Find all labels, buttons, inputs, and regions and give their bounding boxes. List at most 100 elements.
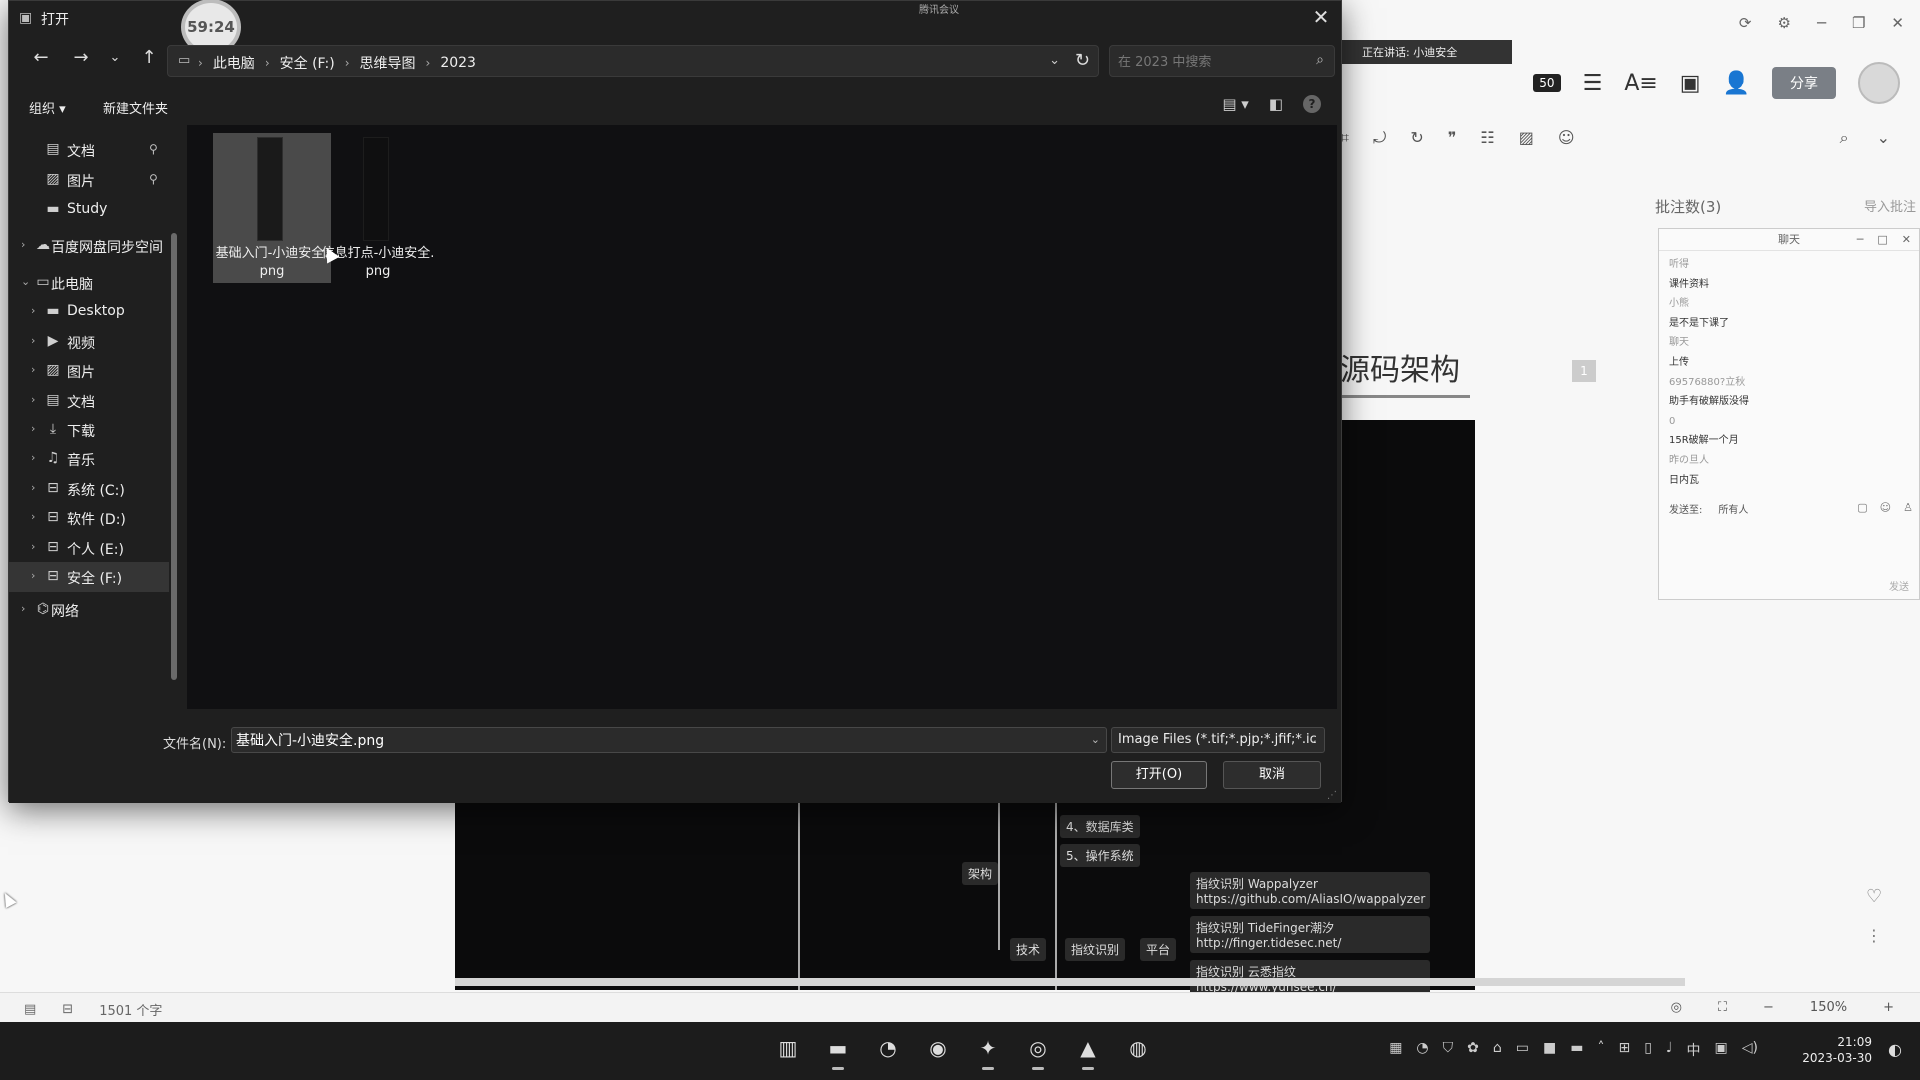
file-icon[interactable]: ▢ (1857, 501, 1867, 514)
breadcrumb-item[interactable]: 2023 (440, 55, 476, 71)
chevron-right-icon[interactable]: › (31, 363, 35, 376)
nav-item[interactable]: › ▨ 图片 (9, 356, 169, 386)
minimize-icon[interactable]: ─ (1817, 14, 1826, 32)
nav-item[interactable]: › ⊟ 系统 (C:) (9, 474, 169, 504)
chevron-right-icon[interactable]: › (31, 422, 35, 435)
tray-app-icon[interactable]: ▦ (1389, 1040, 1402, 1060)
chevron-right-icon[interactable]: › (21, 602, 25, 615)
navpane-scrollbar[interactable] (171, 233, 177, 680)
chevron-right-icon[interactable]: › (426, 56, 431, 70)
zoom-out-icon[interactable]: − (1763, 1000, 1774, 1015)
photos-icon[interactable]: ▲ (1072, 1032, 1104, 1070)
collaborate-icon[interactable]: 👤 (1723, 71, 1750, 96)
chevron-right-icon[interactable]: › (21, 238, 25, 251)
quote-icon[interactable]: ❞ (1448, 128, 1457, 148)
new-folder-button[interactable]: 新建文件夹 (103, 98, 168, 117)
file-item[interactable]: 信息打点-小迪安全.png (319, 133, 437, 283)
chevron-down-icon[interactable]: ⌄ (21, 275, 30, 288)
battery-icon[interactable]: ▯ (1644, 1040, 1652, 1060)
back-arrow-icon[interactable]: ← (27, 47, 55, 68)
filename-input[interactable] (236, 731, 1076, 749)
share-button[interactable]: 分享 (1772, 67, 1836, 99)
tray-app-icon[interactable]: ✿ (1467, 1040, 1479, 1060)
forward-arrow-icon[interactable]: → (67, 47, 95, 68)
network-icon[interactable]: ▣ (1715, 1040, 1728, 1060)
clock[interactable]: 21:09 2023-03-30 (1802, 1034, 1872, 1066)
comment-badge[interactable]: 1 (1572, 360, 1596, 382)
locate-icon[interactable]: ◎ (1671, 1000, 1682, 1015)
search-box[interactable]: ⌕ (1109, 45, 1335, 77)
chevron-right-icon[interactable]: › (31, 451, 35, 464)
mindmap-node[interactable]: 平台 (1140, 938, 1177, 961)
recent-chevron-icon[interactable]: ⌄ (101, 50, 129, 65)
ime-indicator[interactable]: 中 (1687, 1040, 1701, 1060)
tray-app-icon[interactable]: ▭ (1516, 1040, 1529, 1060)
zoom-level[interactable]: 150% (1810, 1000, 1847, 1015)
preview-pane-icon[interactable]: ◧ (1269, 95, 1283, 113)
person-icon[interactable]: ♙ (1903, 501, 1913, 514)
close-icon[interactable]: ✕ (1902, 229, 1911, 251)
presentation-icon[interactable]: ▣ (1680, 71, 1701, 96)
emoji-icon[interactable]: ☺ (1880, 501, 1891, 514)
breadcrumb-item[interactable]: 安全 (F:) (280, 53, 335, 73)
folder-icon[interactable]: ▬ (822, 1032, 854, 1070)
chevron-right-icon[interactable]: › (31, 569, 35, 582)
avatar[interactable] (1858, 62, 1900, 104)
nav-item[interactable]: › ⊟ 安全 (F:) (9, 562, 169, 592)
notification-icon[interactable]: ◐ (1888, 1040, 1902, 1059)
search-icon[interactable]: ⌕ (1316, 52, 1324, 68)
chrome-icon[interactable]: ◉ (922, 1032, 954, 1066)
search-input[interactable] (1118, 52, 1298, 72)
participant-counter[interactable]: 50 (1533, 74, 1561, 92)
nav-item[interactable]: › ▤ 文档 (9, 386, 169, 416)
chevron-right-icon[interactable]: › (31, 334, 35, 347)
nav-item[interactable]: › ⤓ 下载 (9, 415, 169, 445)
close-icon[interactable]: ✕ (1309, 5, 1333, 29)
organize-menu[interactable]: 组织 ▾ (29, 98, 66, 117)
file-item[interactable]: 基础入门-小迪安全.png (213, 133, 331, 283)
chevron-down-icon[interactable]: ⌄ (1049, 53, 1060, 68)
tray-app-icon[interactable]: ◔ (1416, 1040, 1428, 1060)
restore-icon[interactable]: ❐ (1852, 14, 1865, 32)
settings-icon[interactable]: ⚙ (1777, 14, 1790, 32)
nav-item[interactable]: › ▬ Desktop (9, 297, 169, 327)
chevron-right-icon[interactable]: › (31, 510, 35, 523)
minimize-icon[interactable]: ─ (1857, 229, 1864, 251)
mindmap-node[interactable]: 指纹识别 TideFinger潮汐 http://finger.tidesec.… (1190, 916, 1430, 953)
resize-grip-icon[interactable]: ⋰ (1327, 790, 1337, 801)
mindmap-node[interactable]: 5、操作系统 (1060, 844, 1140, 867)
layout-icon[interactable]: ☷ (1480, 128, 1494, 148)
close-icon[interactable]: ✕ (1891, 14, 1904, 32)
chevron-right-icon[interactable]: › (31, 540, 35, 553)
shield-icon[interactable]: ⛉ (1443, 1040, 1454, 1060)
nav-item[interactable]: › ⊟ 个人 (E:) (9, 533, 169, 563)
fullscreen-icon[interactable]: ⛶ (1718, 1000, 1727, 1015)
volume-icon[interactable]: ◁) (1742, 1040, 1758, 1060)
chevron-right-icon[interactable]: › (198, 56, 203, 70)
chevron-down-icon[interactable]: ⌄ (1877, 128, 1890, 148)
sync-icon[interactable]: ⟳ (1739, 14, 1752, 32)
mindmap-node[interactable]: 指纹识别 (1065, 938, 1126, 961)
more-icon[interactable]: ⋮ (1866, 926, 1882, 945)
nav-item[interactable]: › ▶ 视频 (9, 327, 169, 357)
up-arrow-icon[interactable]: ↑ (135, 47, 163, 68)
chevron-right-icon[interactable]: › (31, 304, 35, 317)
mindmap-node[interactable]: 4、数据库类 (1060, 815, 1140, 838)
windows-icon[interactable]: ⊞ (1618, 1040, 1630, 1060)
word-count[interactable]: 1501 个字 (99, 1000, 162, 1019)
mindmap-node[interactable]: 指纹识别 Wappalyzer https://github.com/Alias… (1190, 872, 1430, 909)
import-comments-link[interactable]: 导入批注 (1864, 196, 1916, 215)
search-icon[interactable]: ⌕ (1840, 128, 1849, 148)
text-style-icon[interactable]: A≡ (1624, 71, 1657, 96)
page-icon[interactable]: ⊟ (62, 1002, 73, 1017)
chevron-down-icon[interactable]: ⌄ (1091, 733, 1100, 746)
chevron-right-icon[interactable]: › (265, 56, 270, 70)
send-button[interactable]: 发送 (1889, 578, 1909, 593)
breadcrumb-item[interactable]: 思维导图 (360, 53, 416, 73)
chevron-right-icon[interactable]: › (31, 481, 35, 494)
nav-item[interactable]: › ☁ 百度网盘同步空间 (9, 231, 169, 261)
outline-icon[interactable]: ▤ (24, 1002, 36, 1017)
breadcrumb-item[interactable]: 此电脑 (213, 53, 255, 73)
tray-app-icon[interactable]: ⌂ (1493, 1040, 1502, 1060)
tray-app-icon[interactable]: ■ (1543, 1040, 1556, 1060)
